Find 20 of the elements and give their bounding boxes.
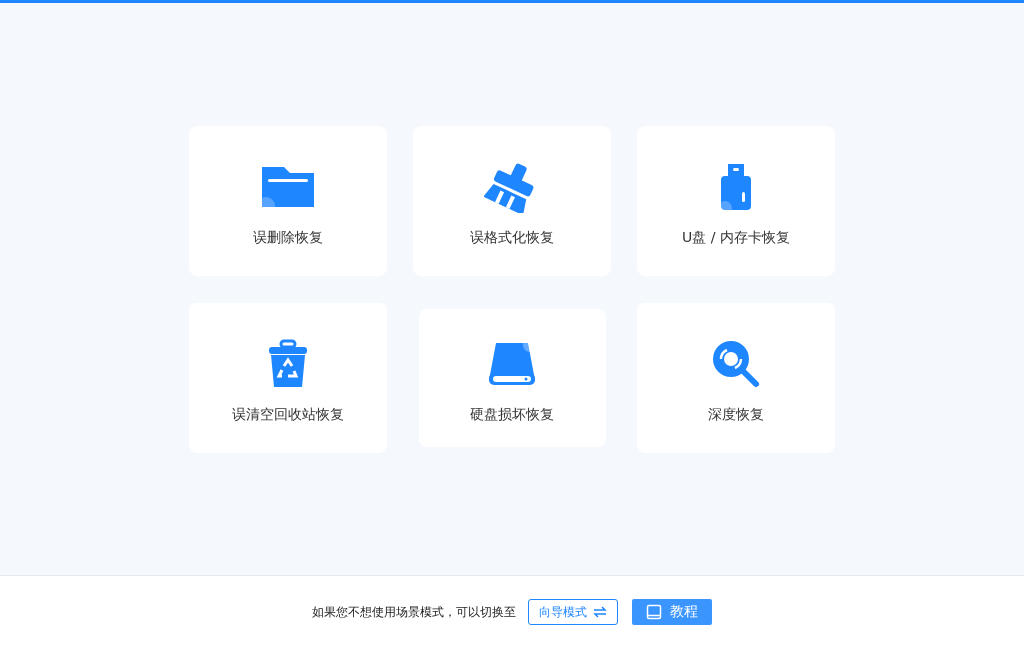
scenario-label: 误格式化恢复 [470,229,554,247]
scenario-card[interactable]: 误格式化恢复 [413,126,611,276]
recycle-bin-icon [266,339,310,389]
scenario-label: 误删除恢复 [253,229,323,247]
scenario-card[interactable]: 误删除恢复 [189,126,387,276]
book-icon [646,604,662,620]
scenario-label: 深度恢复 [708,406,764,424]
swap-arrows-icon [593,606,607,618]
search-icon [711,339,761,389]
folder-icon [260,164,316,210]
scenario-card[interactable]: 误清空回收站恢复 [189,303,387,453]
scenario-label: U盘 / 内存卡恢复 [682,229,790,247]
wizard-mode-button[interactable]: 向导模式 [528,599,618,625]
scenario-card[interactable]: U盘 / 内存卡恢复 [637,126,835,276]
scenario-label: 硬盘损坏恢复 [470,406,554,424]
switch-hint: 如果您不想使用场景模式，可以切换至 [312,603,516,621]
hard-disk-icon [487,341,537,387]
scenario-card[interactable]: 深度恢复 [637,303,835,453]
scenario-card[interactable]: 硬盘损坏恢复 [418,309,606,447]
scenario-label: 误清空回收站恢复 [232,406,344,424]
